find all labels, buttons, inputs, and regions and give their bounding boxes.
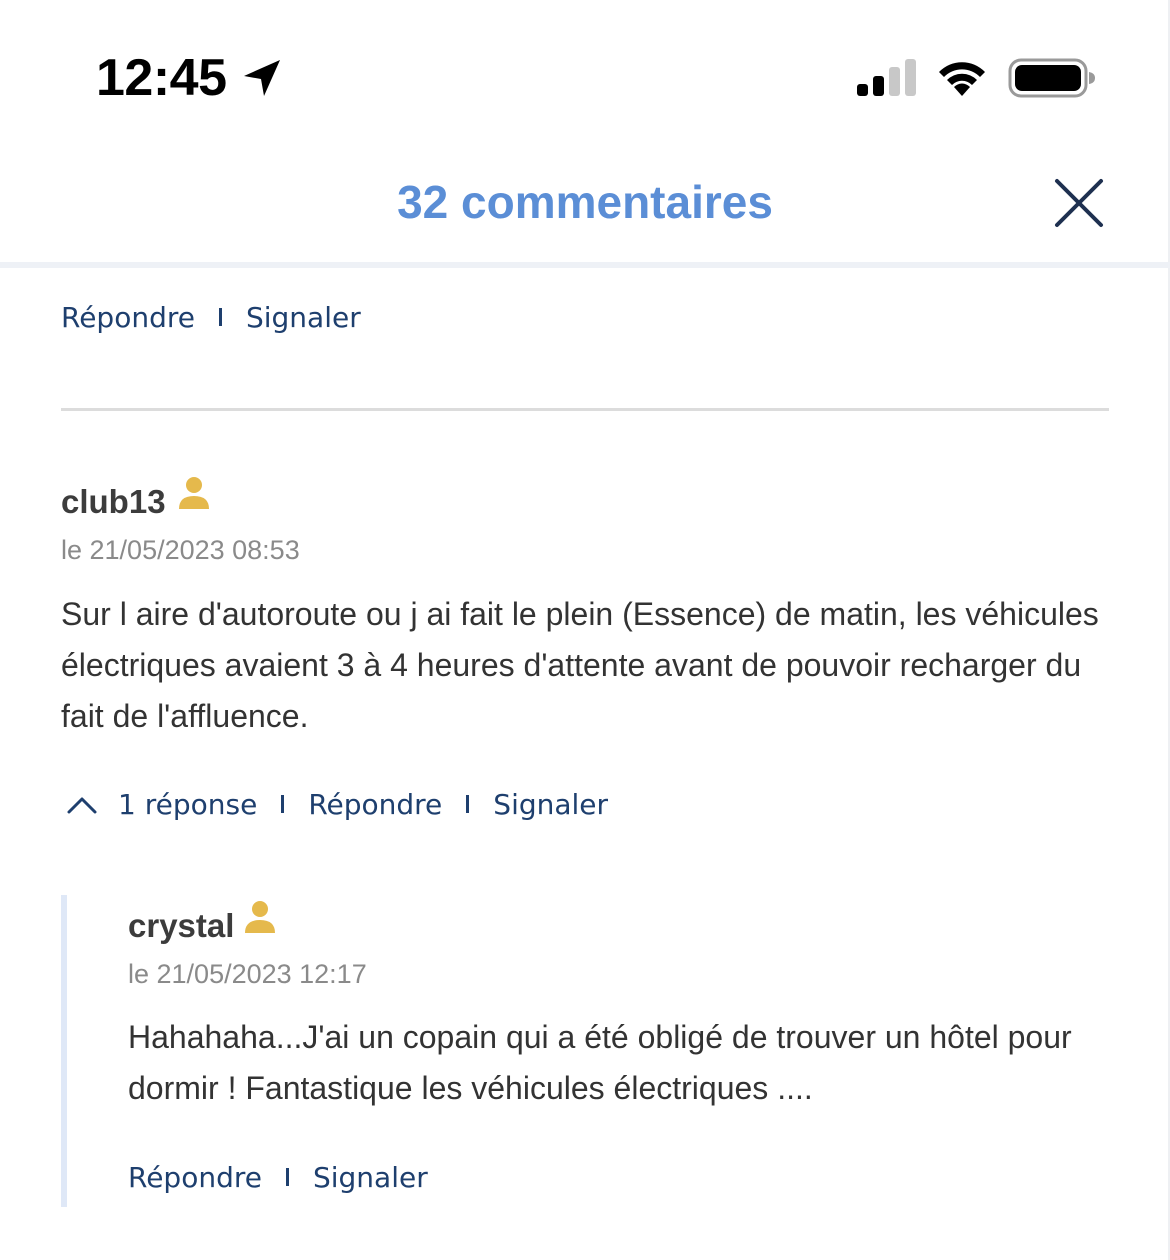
reply-link[interactable]: Répondre xyxy=(308,788,442,821)
comment-author[interactable]: club13 xyxy=(61,482,166,522)
reply-link[interactable]: Répondre xyxy=(128,1161,262,1194)
cellular-signal-icon xyxy=(857,59,916,96)
comment-date: le 21/05/2023 08:53 xyxy=(61,535,300,565)
action-separator xyxy=(285,1168,289,1186)
location-arrow-icon xyxy=(244,60,280,96)
report-link[interactable]: Signaler xyxy=(493,788,608,821)
reply-link[interactable]: Répondre xyxy=(61,301,195,334)
status-time: 12:45 xyxy=(96,49,227,107)
comment-divider xyxy=(61,408,1109,411)
reply-author[interactable]: crystal xyxy=(128,906,234,946)
battery-icon xyxy=(1008,58,1095,98)
close-icon[interactable] xyxy=(1050,174,1108,232)
reply-text: Hahahaha...J'ai un copain qui a été obli… xyxy=(128,1019,1072,1106)
status-bar: 12:45 xyxy=(0,0,1170,150)
comments-header: 32 commentaires xyxy=(0,150,1170,262)
user-icon xyxy=(245,901,275,933)
wifi-icon xyxy=(939,62,985,96)
user-icon xyxy=(179,477,209,509)
header-divider xyxy=(0,262,1170,268)
reply-thread-bar xyxy=(61,895,67,1207)
reply-date: le 21/05/2023 12:17 xyxy=(128,959,367,989)
chevron-up-icon[interactable] xyxy=(66,792,98,816)
report-link[interactable]: Signaler xyxy=(313,1161,428,1194)
toggle-replies-link[interactable]: 1 réponse xyxy=(118,788,257,821)
previous-comment-actions: Répondre Signaler xyxy=(61,297,361,337)
comment-text: Sur l aire d'autoroute ou j ai fait le p… xyxy=(61,596,1099,734)
comment-actions: 1 réponse Répondre Signaler xyxy=(66,784,608,824)
action-separator xyxy=(281,795,285,813)
action-separator xyxy=(218,308,222,326)
reply-actions: Répondre Signaler xyxy=(128,1157,428,1197)
report-link[interactable]: Signaler xyxy=(246,301,361,334)
action-separator xyxy=(466,795,470,813)
page-title: 32 commentaires xyxy=(397,176,773,228)
